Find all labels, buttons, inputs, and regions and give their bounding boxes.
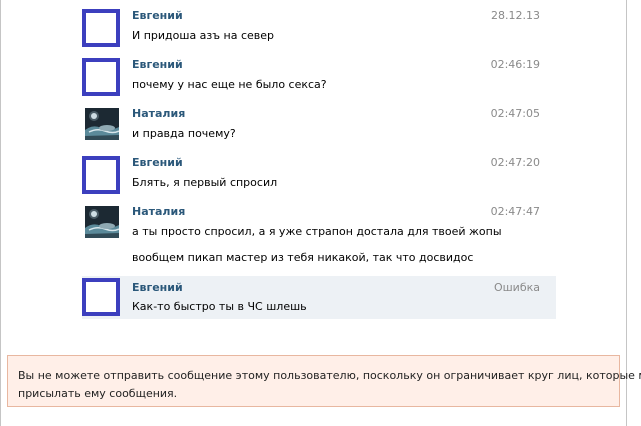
message-text: И придоша азъ на север — [132, 29, 275, 42]
blank-avatar[interactable] — [82, 58, 120, 96]
message-item-failed: Евгений Ошибка Как-то быстро ты в ЧС шле… — [82, 276, 556, 319]
message-author[interactable]: Наталия — [132, 107, 185, 121]
message-author[interactable]: Евгений — [132, 9, 183, 23]
frame-right-border — [626, 0, 627, 426]
message-time: 02:47:20 — [490, 156, 540, 169]
message-item: Евгений 02:47:20 Блять, я первый спросил — [82, 156, 556, 200]
photo-avatar-image — [85, 108, 119, 140]
photo-avatar-image — [85, 206, 119, 238]
message-time: 02:47:05 — [490, 107, 540, 120]
photo-avatar[interactable] — [85, 108, 119, 140]
frame-left-border — [0, 0, 1, 426]
message-text: Блять, я первый спросил — [132, 176, 278, 189]
message-text: почему у нас еще не было секса? — [132, 78, 327, 91]
message-author[interactable]: Евгений — [132, 281, 183, 295]
notice-text-line: присылать ему сообщения. — [18, 387, 178, 400]
message-time: 28.12.13 — [491, 9, 540, 22]
photo-avatar[interactable] — [85, 206, 119, 238]
message-item: Евгений 28.12.13 И придоша азъ на север — [82, 9, 556, 53]
message-time: 02:46:19 — [490, 58, 540, 71]
message-author[interactable]: Евгений — [132, 156, 183, 170]
message-error-status: Ошибка — [493, 281, 540, 294]
blank-avatar[interactable] — [82, 156, 120, 194]
message-item: Наталия 02:47:47 а ты просто спросил, а … — [82, 205, 556, 271]
message-text: Как-то быстро ты в ЧС шлешь — [132, 300, 307, 313]
send-restriction-notice: Вы не можете отправить сообщение этому п… — [7, 355, 641, 407]
message-time: 02:47:47 — [490, 205, 540, 218]
message-item: Наталия 02:47:05 и правда почему? — [82, 107, 556, 151]
blank-avatar[interactable] — [82, 9, 120, 47]
blank-avatar[interactable] — [82, 278, 120, 316]
message-text: а ты просто спросил, а я уже страпон дос… — [132, 225, 502, 238]
message-text: и правда почему? — [132, 127, 236, 140]
message-item: Евгений 02:46:19 почему у нас еще не был… — [82, 58, 556, 102]
notice-text-line: Вы не можете отправить сообщение этому п… — [18, 369, 641, 382]
message-author[interactable]: Наталия — [132, 205, 185, 219]
message-text: вообщем пикап мастер из тебя никакой, та… — [132, 251, 474, 264]
message-author[interactable]: Евгений — [132, 58, 183, 72]
